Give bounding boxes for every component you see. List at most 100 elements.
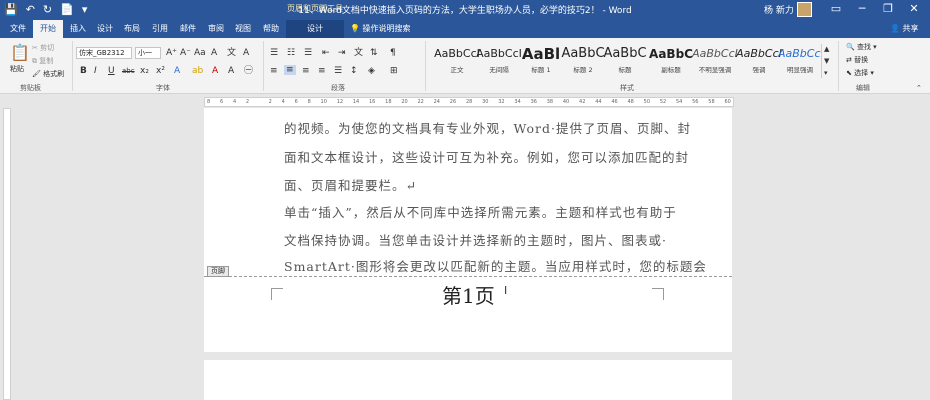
select-button[interactable]: ⬉ 选择 ▾ xyxy=(846,68,874,78)
bold-button[interactable]: B xyxy=(80,66,87,76)
collapse-ribbon-icon[interactable]: ⌃ xyxy=(916,83,922,93)
change-case-icon[interactable]: Aa xyxy=(194,48,206,58)
clear-formatting-icon[interactable]: A xyxy=(211,48,217,58)
font-name-combo[interactable]: 仿宋_GB2312 xyxy=(76,47,132,59)
ruler-tick-label: 2 xyxy=(268,99,272,105)
tab-help[interactable]: 帮助 xyxy=(263,23,279,34)
phonetic-guide-icon[interactable]: 文 xyxy=(227,48,236,58)
doc-line[interactable]: 文档保持协调。当您单击设计并选择新的主题时，图片、图表或· xyxy=(284,230,666,249)
doc-line[interactable]: 面、页眉和提要栏。↵ xyxy=(284,175,664,194)
ruler-tick-label: 60 xyxy=(724,99,731,105)
user-name[interactable]: 杨 新力 xyxy=(764,3,794,16)
gallery-scroll-up-icon[interactable]: ▲ xyxy=(824,44,829,54)
group-label-styles: 样式 xyxy=(620,84,634,92)
numbering-icon[interactable]: ☷ xyxy=(287,48,295,58)
italic-button[interactable]: I xyxy=(94,66,97,76)
group-label-paragraph: 段落 xyxy=(331,84,345,92)
find-button[interactable]: 🔍 查找 ▾ xyxy=(846,42,877,52)
restore-icon[interactable]: ❐ xyxy=(878,2,898,15)
chinese-layout-icon[interactable]: 文 xyxy=(354,48,363,58)
tab-header-footer-design[interactable]: 设计 xyxy=(286,20,344,38)
share-button[interactable]: 👤 共享 xyxy=(890,23,919,34)
tab-file[interactable]: 文件 xyxy=(10,23,26,34)
document-page-2[interactable] xyxy=(204,360,732,400)
show-formatting-marks-icon[interactable]: ¶ xyxy=(390,48,396,58)
grow-font-icon[interactable]: A⁺ xyxy=(166,48,177,58)
strikethrough-button[interactable]: abc xyxy=(122,66,135,76)
align-left-icon[interactable]: ≡ xyxy=(270,66,278,76)
distributed-icon[interactable]: ☰ xyxy=(334,66,342,76)
decrease-indent-icon[interactable]: ⇤ xyxy=(322,48,330,58)
align-center-icon[interactable]: ≡ xyxy=(284,65,296,75)
ruler-tick-label: 16 xyxy=(369,99,376,105)
horizontal-ruler[interactable]: 8 6 4 2 2 4 6 8 10 12 14 16 18 20 22 24 26 28 30 32 34 36 38 40… xyxy=(204,97,734,107)
superscript-button[interactable]: x² xyxy=(156,66,165,76)
ruler-tick-label: 38 xyxy=(546,99,554,105)
sort-icon[interactable]: ⇅ xyxy=(370,48,378,58)
ruler-tick-label: 28 xyxy=(465,99,473,105)
align-right-icon[interactable]: ≡ xyxy=(302,66,310,76)
replace-button[interactable]: ⇄ 替换 xyxy=(846,55,868,65)
tab-view[interactable]: 视图 xyxy=(235,23,251,34)
character-border-icon[interactable]: A xyxy=(243,48,249,58)
format-painter-button[interactable]: 🖌 格式刷 xyxy=(32,69,64,79)
tab-design[interactable]: 设计 xyxy=(97,23,113,34)
copy-button[interactable]: ⧉ 复制 xyxy=(32,56,53,66)
text-effects-icon[interactable]: A xyxy=(174,66,180,76)
tab-references[interactable]: 引用 xyxy=(152,23,168,34)
page-number-field[interactable]: 第1页 xyxy=(442,280,495,309)
tell-me-search[interactable]: 💡 操作说明搜索 xyxy=(350,23,411,34)
tab-review[interactable]: 审阅 xyxy=(208,23,224,34)
paste-button[interactable]: 粘贴 xyxy=(10,64,24,74)
search-icon: 🔍 xyxy=(846,43,855,51)
line-spacing-icon[interactable]: ↕ xyxy=(350,66,358,76)
ruler-tick-label: 6 xyxy=(219,99,224,105)
tab-mailings[interactable]: 邮件 xyxy=(180,23,196,34)
crop-mark xyxy=(271,288,283,300)
increase-indent-icon[interactable]: ⇥ xyxy=(338,48,346,58)
doc-line[interactable]: SmartArt·图形将会更改以匹配新的主题。当应用样式时，您的标题会 xyxy=(284,256,706,275)
style-title[interactable]: AaBbC 标题 xyxy=(600,44,650,82)
doc-line[interactable]: 的视频。为使您的文档具有专业外观，Word·提供了页眉、页脚、封 xyxy=(284,118,690,137)
ruler-tick-label: 14 xyxy=(352,99,360,105)
style-subtle-emphasis[interactable]: AaBbCcI 不明显强调 xyxy=(690,44,740,82)
justify-icon[interactable]: ≡ xyxy=(318,66,326,76)
shrink-font-icon[interactable]: A⁻ xyxy=(180,48,191,58)
ruler-tick-label: 18 xyxy=(385,99,392,105)
ruler-tick-label: 54 xyxy=(675,99,683,105)
avatar[interactable] xyxy=(797,2,812,17)
font-color-icon[interactable]: A xyxy=(212,66,218,76)
minimize-icon[interactable]: ─ xyxy=(852,2,872,15)
paste-icon[interactable]: 📋 xyxy=(10,44,30,62)
tab-home[interactable]: 开始 xyxy=(33,20,63,38)
multilevel-list-icon[interactable]: ☰ xyxy=(304,48,312,58)
ribbon-display-options-icon[interactable]: ▭ xyxy=(826,2,846,15)
ribbon-tabs: 文件 开始 插入 设计 布局 引用 邮件 审阅 视图 帮助 设计 💡 操作说明搜… xyxy=(0,20,930,38)
underline-button[interactable]: U xyxy=(108,66,115,76)
paragraph-shading-icon[interactable]: ◈ xyxy=(368,66,375,76)
tab-layout[interactable]: 布局 xyxy=(124,23,140,34)
ruler-tick-label: 2 xyxy=(245,99,250,105)
highlight-icon[interactable]: ab xyxy=(192,66,203,76)
vertical-ruler[interactable] xyxy=(3,108,11,400)
doc-line[interactable]: 面和文本框设计，这些设计可互为补充。例如，您可以添加匹配的封 xyxy=(284,147,688,166)
subscript-button[interactable]: x₂ xyxy=(140,66,149,76)
style-subtitle[interactable]: AaBbC 副标题 xyxy=(646,44,696,82)
enclose-characters-icon[interactable]: ㊀ xyxy=(244,66,253,76)
style-emphasis[interactable]: AaBbCcI 强调 xyxy=(734,44,784,82)
borders-icon[interactable]: ⊞ xyxy=(390,66,398,76)
font-size-combo[interactable]: 小一 xyxy=(135,47,161,59)
shading-icon[interactable]: A xyxy=(228,66,234,76)
gallery-more-icon[interactable]: ▾ xyxy=(824,68,828,78)
gallery-scroll-down-icon[interactable]: ▼ xyxy=(824,56,829,66)
ruler-tick-label: 58 xyxy=(708,99,715,105)
replace-icon: ⇄ xyxy=(846,56,852,64)
cut-button[interactable]: ✂ 剪切 xyxy=(32,43,54,53)
close-icon[interactable]: ✕ xyxy=(904,2,924,15)
tab-insert[interactable]: 插入 xyxy=(70,23,86,34)
group-label-clipboard: 剪贴板 xyxy=(20,84,41,92)
style-intense-emphasis[interactable]: AaBbCcI 明显强调 xyxy=(778,44,822,82)
bullets-icon[interactable]: ☰ xyxy=(270,48,278,58)
document-page[interactable]: 的视频。为使您的文档具有专业外观，Word·提供了页眉、页脚、封 面和文本框设计… xyxy=(204,108,732,352)
doc-line[interactable]: 单击“插入”，然后从不同库中选择所需元素。主题和样式也有助于 xyxy=(284,202,676,221)
